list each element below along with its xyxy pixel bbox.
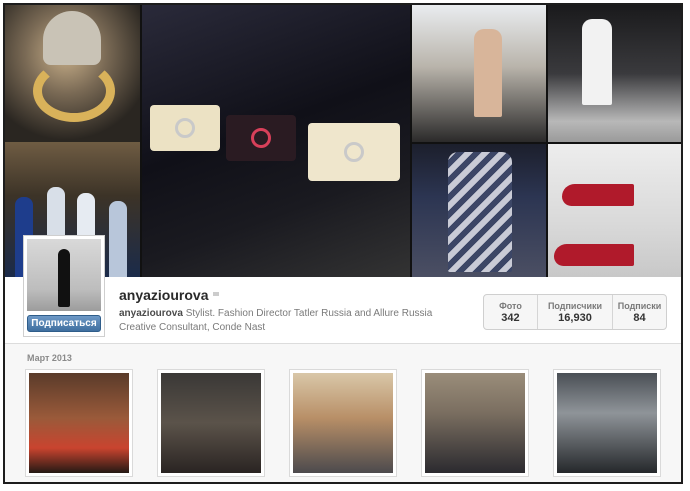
gold-chain-shape xyxy=(33,60,115,122)
instagram-profile-frame: Подписаться anyaziourova anyaziourova St… xyxy=(3,3,683,484)
dress-shape xyxy=(448,152,512,272)
logo-shape xyxy=(344,142,364,162)
profile-bio: anyaziourova Stylist. Fashion Director T… xyxy=(119,307,459,335)
necklace-photo[interactable] xyxy=(5,5,140,142)
month-heading: Март 2013 xyxy=(27,353,72,363)
red-heels-photo[interactable] xyxy=(548,144,681,277)
profile-username[interactable]: anyaziourova xyxy=(119,287,208,303)
logo-shape xyxy=(251,128,271,148)
stat-value: 84 xyxy=(633,311,646,324)
follow-button[interactable]: Подписаться xyxy=(27,315,101,332)
bust-shape xyxy=(43,11,101,65)
stat-label: Подписки xyxy=(617,300,662,311)
feed-photo[interactable] xyxy=(421,369,529,477)
dress-shape xyxy=(109,201,127,277)
stat-photos[interactable]: Фото 342 xyxy=(484,295,538,329)
runway-coat-photo[interactable] xyxy=(412,5,546,142)
stat-following[interactable]: Подписки 84 xyxy=(613,295,666,329)
clutch-shape xyxy=(308,123,400,181)
magazine-photo xyxy=(425,373,525,473)
bio-username[interactable]: anyaziourova xyxy=(119,308,183,319)
feed-photo[interactable] xyxy=(25,369,133,477)
model-shape xyxy=(582,19,612,105)
logo-shape xyxy=(175,118,195,138)
dress-exhibit-photo xyxy=(29,373,129,473)
stat-value: 16,930 xyxy=(558,311,592,324)
avatar-card: Подписаться xyxy=(23,235,105,337)
stat-label: Подписчики xyxy=(547,300,603,311)
chevron-down-icon[interactable] xyxy=(213,292,219,297)
embellished-dress-photo[interactable] xyxy=(412,144,546,277)
runway-white-dress-photo[interactable] xyxy=(548,5,681,142)
selfie-photo xyxy=(293,373,393,473)
stat-followers[interactable]: Подписчики 16,930 xyxy=(538,295,614,329)
stat-value: 342 xyxy=(501,311,520,324)
bags-photo xyxy=(161,373,261,473)
feed-photo[interactable] xyxy=(157,369,265,477)
feed-photo[interactable] xyxy=(553,369,661,477)
clutch-shape xyxy=(226,115,296,161)
crystal-balls-photo xyxy=(557,373,657,473)
model-shape xyxy=(474,29,502,117)
shoe-shape xyxy=(562,184,634,206)
hero-mosaic xyxy=(5,5,681,277)
shoe-shape xyxy=(554,244,634,266)
feed-photo[interactable] xyxy=(289,369,397,477)
chanel-clutches-photo[interactable] xyxy=(142,5,410,277)
profile-stats: Фото 342 Подписчики 16,930 Подписки 84 xyxy=(483,294,667,330)
avatar[interactable] xyxy=(27,239,101,311)
stat-label: Фото xyxy=(499,300,522,311)
clutch-shape xyxy=(150,105,220,151)
person-shape xyxy=(58,249,70,307)
